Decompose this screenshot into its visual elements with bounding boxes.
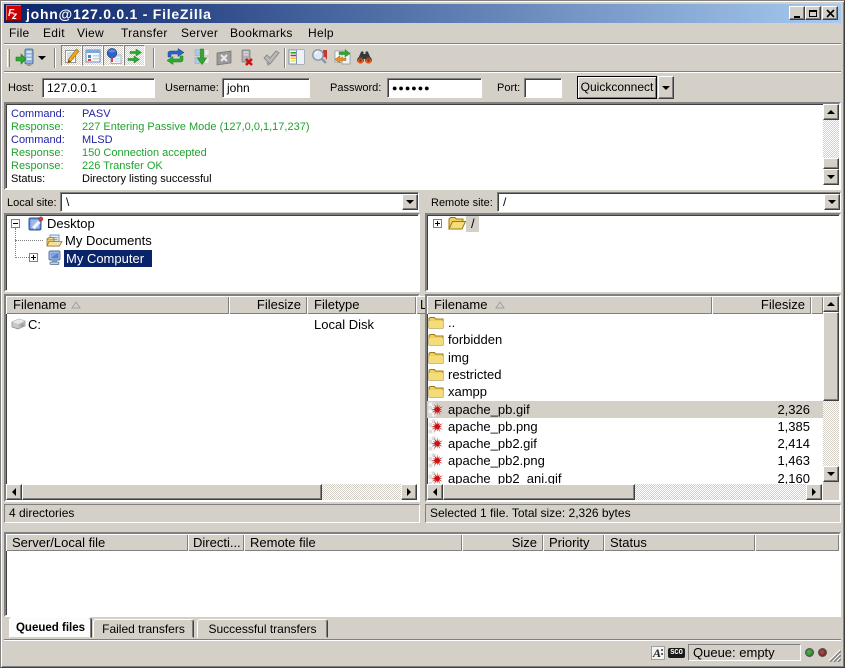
- svg-text:A: A: [652, 646, 661, 660]
- svg-text:z: z: [11, 11, 17, 21]
